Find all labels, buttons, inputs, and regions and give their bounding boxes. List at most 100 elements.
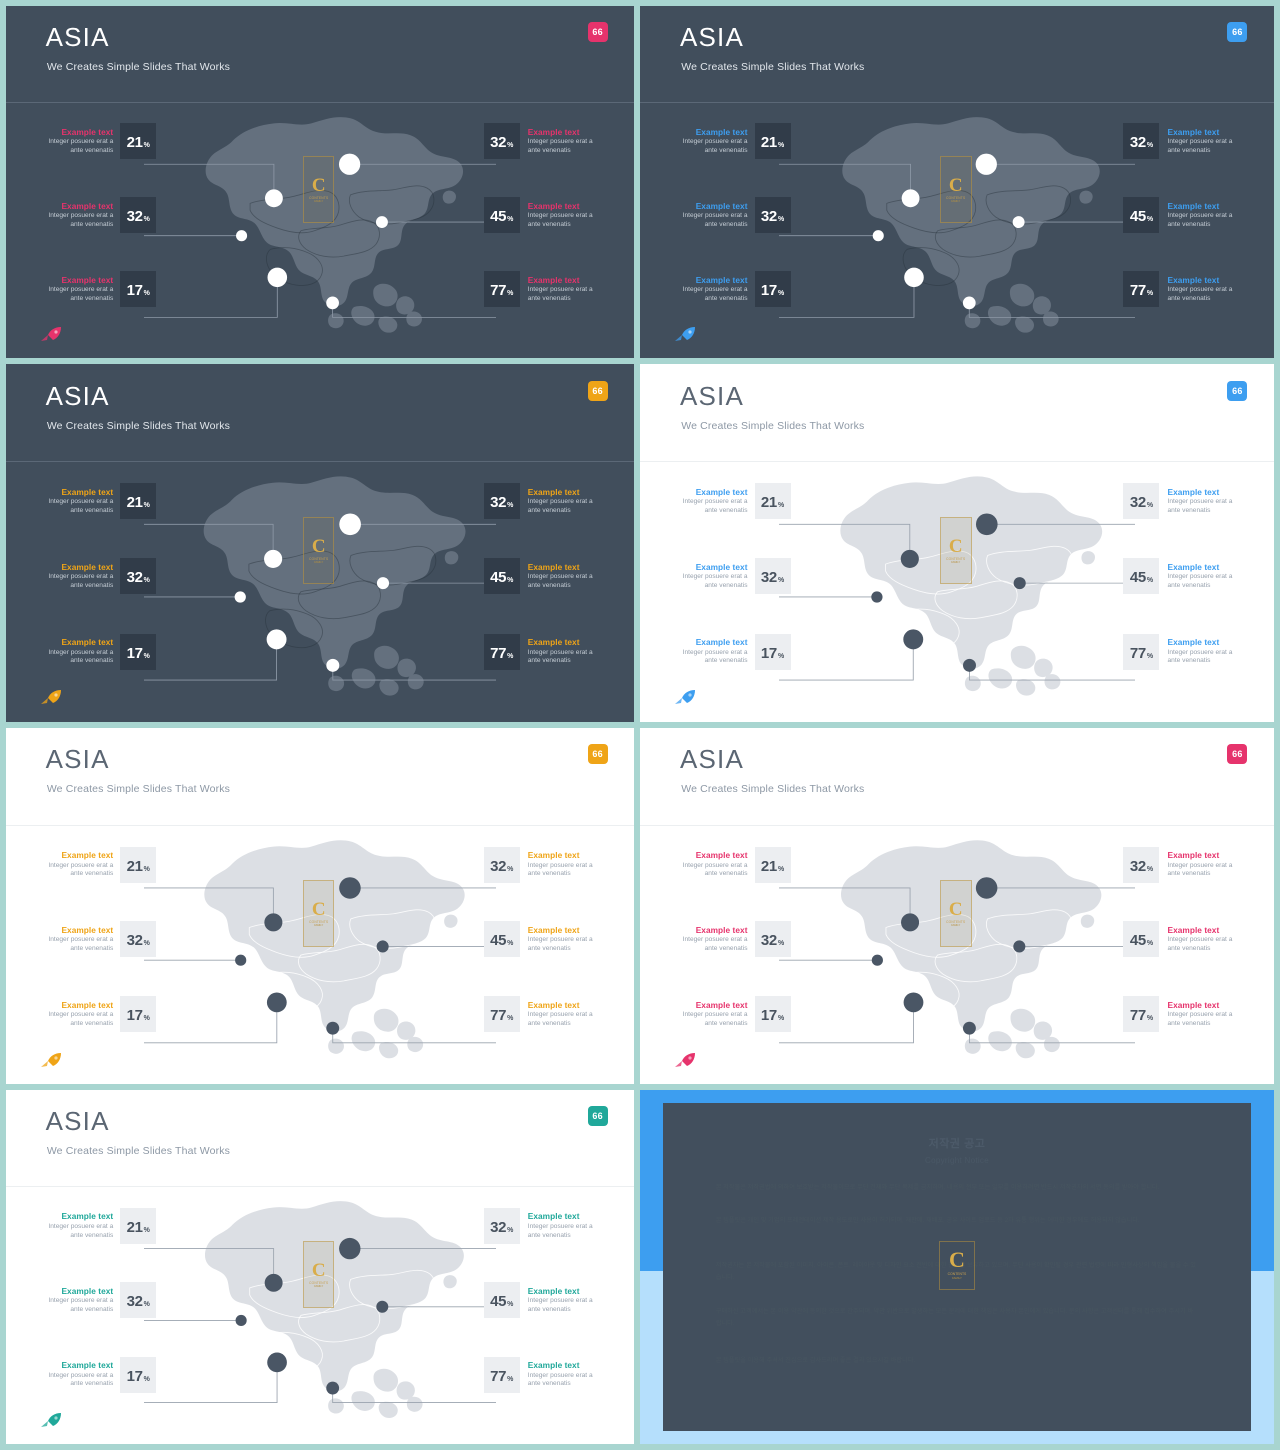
- metric-value-box-m6[interactable]: 77%: [483, 271, 520, 308]
- metric-value-box-m6[interactable]: 77%: [483, 996, 520, 1033]
- metric-block-m3[interactable]: Example text Integer posuere erat a ante …: [34, 633, 157, 670]
- map-marker-2[interactable]: [339, 1238, 361, 1260]
- map-marker-6[interactable]: [326, 659, 340, 673]
- metric-value-box-m4[interactable]: 32%: [1123, 846, 1160, 883]
- metric-block-m2[interactable]: Example text Integer posuere erat a ante …: [669, 558, 791, 595]
- map-marker-6[interactable]: [963, 659, 977, 673]
- metric-block-m2[interactable]: Example text Integer posuere erat a ante …: [34, 197, 157, 234]
- map-marker-3[interactable]: [236, 229, 248, 242]
- metric-block-m2[interactable]: Example text Integer posuere erat a ante …: [34, 1282, 157, 1319]
- metric-block-m6[interactable]: 77% Example text Integer posuere erat a an…: [483, 996, 606, 1033]
- map-marker-1[interactable]: [264, 913, 283, 932]
- metric-block-m1[interactable]: Example text Integer posuere erat a ante …: [34, 846, 157, 883]
- map-marker-5[interactable]: [1013, 940, 1026, 953]
- metric-value-box-m2[interactable]: 32%: [754, 558, 791, 595]
- metric-value-box-m4[interactable]: 32%: [483, 123, 520, 160]
- metric-block-m6[interactable]: 77% Example text Integer posuere erat a an…: [1123, 271, 1245, 308]
- metric-value-box-m2[interactable]: 32%: [120, 1282, 157, 1319]
- metric-value-box-m1[interactable]: 21%: [754, 483, 791, 520]
- metric-block-m6[interactable]: 77% Example text Integer posuere erat a an…: [483, 271, 606, 308]
- slide-number-badge[interactable]: 66: [587, 744, 608, 765]
- metric-value-box-m5[interactable]: 45%: [483, 921, 520, 958]
- map-marker-2[interactable]: [976, 513, 999, 536]
- metric-block-m1[interactable]: Example text Integer posuere erat a ante …: [669, 483, 791, 520]
- metric-value-box-m1[interactable]: 21%: [120, 1207, 157, 1244]
- metric-block-m6[interactable]: 77% Example text Integer posuere erat a an…: [1123, 633, 1245, 670]
- metric-value-box-m6[interactable]: 77%: [1123, 271, 1160, 308]
- metric-value-box-m3[interactable]: 17%: [120, 996, 157, 1033]
- metric-block-m6[interactable]: 77% Example text Integer posuere erat a an…: [1123, 996, 1245, 1033]
- metric-block-m5[interactable]: 45% Example text Integer posuere erat a an…: [483, 921, 606, 958]
- metric-block-m2[interactable]: Example text Integer posuere erat a ante …: [34, 921, 157, 958]
- metric-block-m2[interactable]: Example text Integer posuere erat a ante …: [669, 921, 791, 958]
- map-marker-3[interactable]: [873, 229, 885, 242]
- metric-value-box-m5[interactable]: 45%: [1123, 558, 1160, 595]
- metric-value-box-m1[interactable]: 21%: [754, 123, 791, 160]
- metric-block-m4[interactable]: 32% Example text Integer posuere erat a an…: [483, 1207, 606, 1244]
- map-marker-1[interactable]: [264, 1274, 283, 1293]
- map-marker-5[interactable]: [376, 215, 389, 228]
- metric-value-box-m3[interactable]: 17%: [754, 996, 791, 1033]
- map-marker-6[interactable]: [326, 296, 340, 310]
- metric-block-m5[interactable]: 45% Example text Integer posuere erat a an…: [1123, 921, 1245, 958]
- map-marker-6[interactable]: [326, 1381, 340, 1395]
- map-marker-2[interactable]: [339, 153, 361, 175]
- metric-value-box-m1[interactable]: 21%: [754, 846, 791, 883]
- map-marker-1[interactable]: [902, 189, 920, 208]
- metric-block-m1[interactable]: Example text Integer posuere erat a ante …: [34, 483, 157, 520]
- metric-block-m4[interactable]: 32% Example text Integer posuere erat a an…: [483, 123, 606, 160]
- metric-block-m4[interactable]: 32% Example text Integer posuere erat a an…: [483, 483, 606, 520]
- metric-value-box-m5[interactable]: 45%: [483, 197, 520, 234]
- metric-block-m3[interactable]: Example text Integer posuere erat a ante …: [34, 1356, 157, 1393]
- map-marker-4[interactable]: [903, 629, 924, 650]
- map-marker-1[interactable]: [265, 189, 283, 208]
- metric-value-box-m2[interactable]: 32%: [120, 921, 157, 958]
- metric-value-box-m6[interactable]: 77%: [1123, 633, 1160, 670]
- map-marker-5[interactable]: [1014, 577, 1027, 590]
- metric-block-m1[interactable]: Example text Integer posuere erat a ante …: [34, 123, 157, 160]
- metric-block-m2[interactable]: Example text Integer posuere erat a ante …: [34, 558, 157, 595]
- metric-value-box-m1[interactable]: 21%: [120, 123, 157, 160]
- map-marker-6[interactable]: [326, 1021, 340, 1035]
- map-marker-4[interactable]: [266, 629, 287, 650]
- map-marker-6[interactable]: [963, 1021, 977, 1035]
- metric-value-box-m3[interactable]: 17%: [754, 633, 791, 670]
- metric-value-box-m3[interactable]: 17%: [120, 633, 157, 670]
- map-marker-4[interactable]: [904, 992, 924, 1013]
- metric-value-box-m4[interactable]: 32%: [483, 1207, 520, 1244]
- map-marker-3[interactable]: [872, 954, 884, 966]
- slide-number-badge[interactable]: 66: [587, 1106, 608, 1127]
- slide-number-badge[interactable]: 66: [587, 22, 608, 43]
- map-marker-3[interactable]: [871, 591, 884, 604]
- metric-block-m1[interactable]: Example text Integer posuere erat a ante …: [669, 846, 791, 883]
- metric-value-box-m3[interactable]: 17%: [120, 1356, 157, 1393]
- metric-value-box-m6[interactable]: 77%: [483, 1356, 520, 1393]
- metric-value-box-m1[interactable]: 21%: [120, 846, 157, 883]
- map-marker-4[interactable]: [267, 267, 288, 287]
- map-marker-1[interactable]: [264, 550, 283, 569]
- metric-value-box-m5[interactable]: 45%: [1123, 921, 1160, 958]
- metric-value-box-m4[interactable]: 32%: [483, 483, 520, 520]
- metric-block-m5[interactable]: 45% Example text Integer posuere erat a an…: [1123, 558, 1245, 595]
- metric-block-m3[interactable]: Example text Integer posuere erat a ante …: [669, 271, 791, 308]
- map-marker-4[interactable]: [904, 267, 925, 287]
- map-marker-4[interactable]: [267, 1352, 288, 1373]
- metric-block-m3[interactable]: Example text Integer posuere erat a ante …: [34, 271, 157, 308]
- map-marker-2[interactable]: [976, 877, 998, 899]
- metric-block-m4[interactable]: 32% Example text Integer posuere erat a an…: [1123, 483, 1245, 520]
- map-marker-2[interactable]: [339, 513, 362, 536]
- map-marker-3[interactable]: [235, 1315, 247, 1327]
- metric-block-m4[interactable]: 32% Example text Integer posuere erat a an…: [483, 846, 606, 883]
- metric-block-m5[interactable]: 45% Example text Integer posuere erat a an…: [483, 558, 606, 595]
- metric-value-box-m2[interactable]: 32%: [120, 558, 157, 595]
- metric-block-m5[interactable]: 45% Example text Integer posuere erat a an…: [483, 1282, 606, 1319]
- metric-value-box-m2[interactable]: 32%: [754, 197, 791, 234]
- metric-block-m6[interactable]: 77% Example text Integer posuere erat a an…: [483, 633, 606, 670]
- metric-block-m3[interactable]: Example text Integer posuere erat a ante …: [34, 996, 157, 1033]
- metric-value-box-m6[interactable]: 77%: [483, 633, 520, 670]
- map-marker-3[interactable]: [235, 954, 247, 966]
- metric-block-m1[interactable]: Example text Integer posuere erat a ante …: [669, 123, 791, 160]
- metric-block-m4[interactable]: 32% Example text Integer posuere erat a an…: [1123, 123, 1245, 160]
- slide-number-badge[interactable]: 66: [1227, 22, 1248, 43]
- map-marker-5[interactable]: [376, 1301, 389, 1314]
